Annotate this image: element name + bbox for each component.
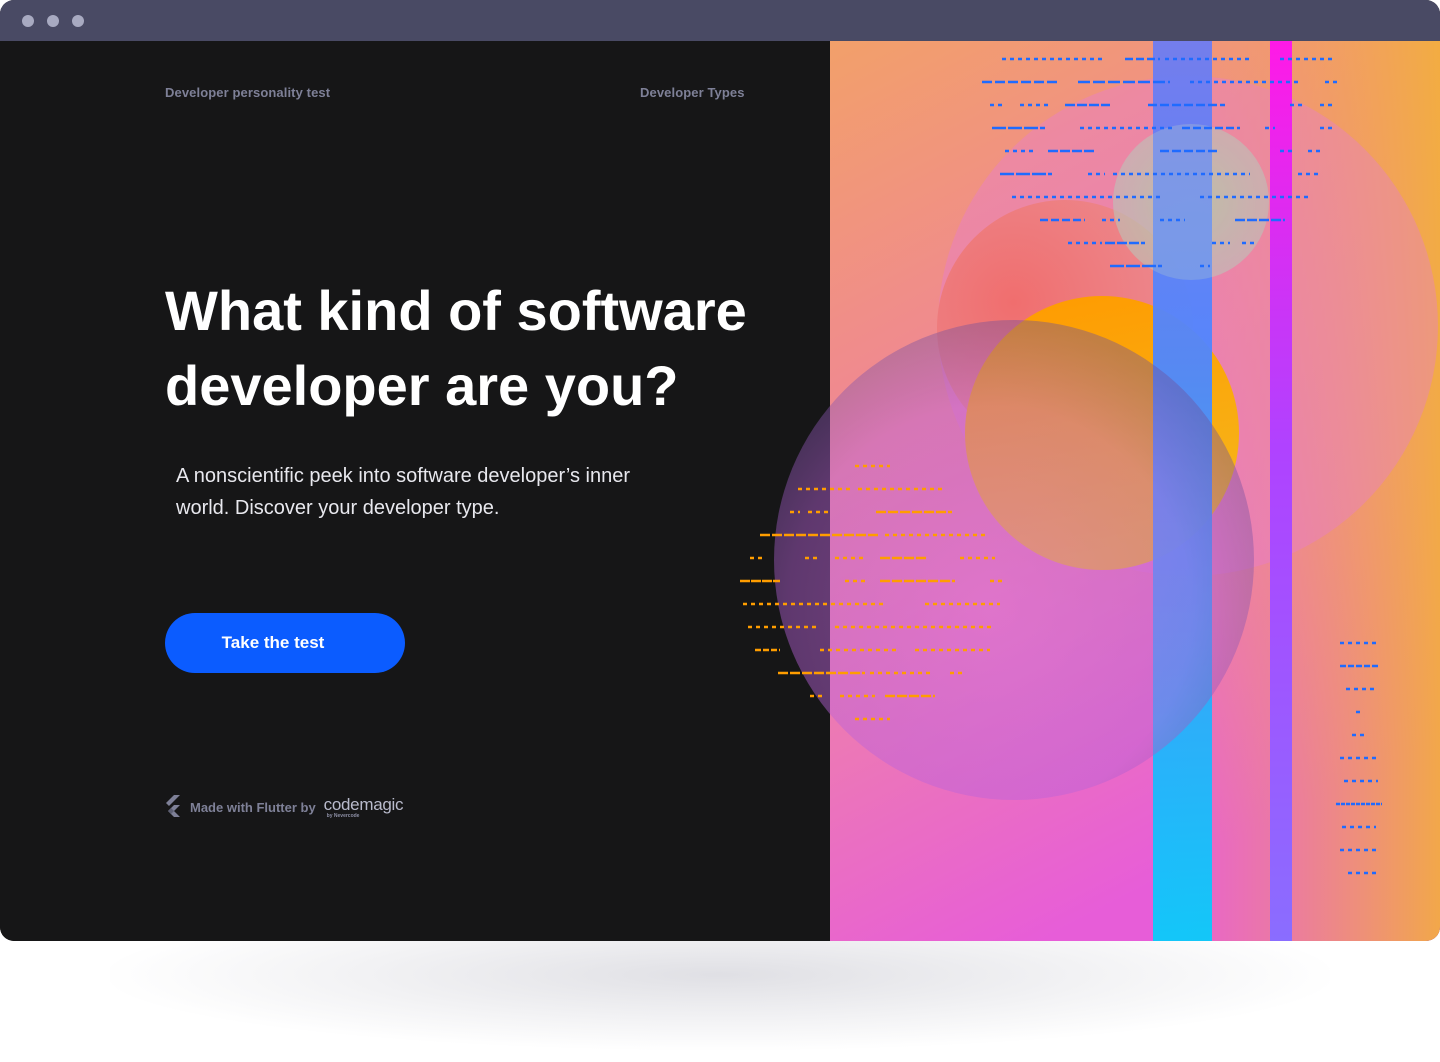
window-maximize-dot[interactable] [72,15,84,27]
take-the-test-button[interactable]: Take the test [165,613,405,673]
codemagic-brand-sub: by Nevercode [326,812,360,819]
hero-panel: Developer personality test Developer Typ… [0,41,830,941]
page-title: What kind of software developer are you? [165,279,747,417]
nav-link-developer-types[interactable]: Developer Types [640,85,745,100]
artwork-overlay [740,57,1382,875]
codemagic-logo[interactable]: codemagic by Nevercode [324,796,404,819]
window-close-dot[interactable] [22,15,34,27]
made-with-text: Made with Flutter by [190,799,316,815]
flutter-logo-icon [165,794,181,820]
codemagic-brand-name: codemagic [323,794,404,814]
made-with-footer: Made with Flutter by codemagic by Neverc… [165,794,404,820]
hero-subtitle: A nonscientific peek into software devel… [176,465,630,519]
window-titlebar [0,0,1440,41]
window-minimize-dot[interactable] [47,15,59,27]
browser-window: Developer personality test Developer Typ… [0,0,1440,941]
nav-link-personality-test[interactable]: Developer personality test [165,85,330,100]
